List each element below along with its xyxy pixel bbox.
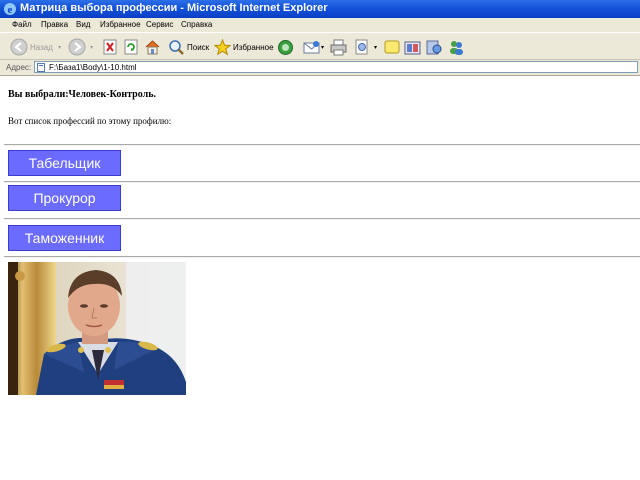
favorites-star-icon xyxy=(214,38,231,55)
divider xyxy=(4,218,640,220)
toolbar: Назад ▾ ▾ Поиск Избранное ▾ ▾ xyxy=(0,32,640,60)
divider xyxy=(4,144,640,146)
menu-item-help[interactable]: Справка xyxy=(181,20,212,29)
menu-item-file[interactable]: Файл xyxy=(12,20,32,29)
search-button[interactable]: Поиск xyxy=(168,36,209,58)
favorites-button[interactable]: Избранное xyxy=(214,36,274,58)
back-dropdown[interactable]: ▾ xyxy=(58,36,61,58)
favorites-label: Избранное xyxy=(233,42,274,52)
svg-text:e: e xyxy=(8,4,13,16)
research-button[interactable] xyxy=(404,36,421,58)
profession-button-timekeeper[interactable]: Табельщик xyxy=(8,150,121,176)
print-button[interactable] xyxy=(330,36,347,58)
edit-dropdown-icon: ▾ xyxy=(374,44,378,51)
edit-page-icon xyxy=(355,39,368,54)
back-arrow-icon xyxy=(10,38,28,56)
back-label: Назад xyxy=(30,42,53,52)
window-title: Матрица выбора профессии - Microsoft Int… xyxy=(20,2,328,14)
prosecutor-photo xyxy=(8,262,186,395)
forward-arrow-icon xyxy=(68,38,86,56)
mail-icon xyxy=(303,40,320,53)
stop-button[interactable] xyxy=(102,36,118,58)
ie-logo-icon: e xyxy=(4,3,16,16)
stop-icon xyxy=(103,39,117,55)
profession-list-intro: Вот список профессий по этому профилю: xyxy=(8,116,172,126)
media-button[interactable] xyxy=(277,36,294,58)
page-content: Вы выбрали:Человек-Контроль. Вот список … xyxy=(0,76,640,480)
discuss-icon xyxy=(384,40,400,54)
menu-item-tools[interactable]: Сервис xyxy=(146,20,173,29)
address-bar: Адрес: F:\База1\Body\1-10.html xyxy=(0,60,640,76)
title-bar: e Матрица выбора профессии - Microsoft I… xyxy=(0,0,640,18)
address-field[interactable]: F:\База1\Body\1-10.html xyxy=(34,61,638,73)
menu-item-edit[interactable]: Правка xyxy=(41,20,68,29)
users-button[interactable] xyxy=(448,36,465,58)
mail-button[interactable]: ▾ xyxy=(303,36,324,58)
menu-bar: Файл Правка Вид Избранное Сервис Справка xyxy=(0,18,640,32)
forward-dropdown[interactable]: ▾ xyxy=(90,36,93,58)
print-icon xyxy=(330,39,347,55)
home-button[interactable] xyxy=(144,36,161,58)
address-url: F:\База1\Body\1-10.html xyxy=(49,63,137,72)
divider xyxy=(4,181,640,183)
profession-button-customs-officer[interactable]: Таможенник xyxy=(8,225,121,251)
research-icon xyxy=(404,41,421,54)
page-icon xyxy=(37,63,45,72)
users-icon xyxy=(450,40,463,55)
refresh-icon xyxy=(124,39,138,55)
mail-dropdown-icon: ▾ xyxy=(321,44,325,51)
refresh-button[interactable] xyxy=(123,36,139,58)
divider xyxy=(4,256,640,258)
discuss-button[interactable] xyxy=(384,36,400,58)
media-icon xyxy=(278,39,293,55)
menu-item-favorites[interactable]: Избранное xyxy=(100,20,141,29)
search-label: Поиск xyxy=(187,42,210,52)
address-label: Адрес: xyxy=(6,63,32,72)
selected-profile-text: Вы выбрали:Человек-Контроль. xyxy=(8,89,156,100)
back-button[interactable]: Назад xyxy=(10,36,53,58)
menu-item-view[interactable]: Вид xyxy=(76,20,90,29)
messenger-icon xyxy=(426,40,442,54)
profession-button-prosecutor[interactable]: Прокурор xyxy=(8,185,121,211)
edit-button[interactable]: ▾ xyxy=(354,36,377,58)
home-icon xyxy=(145,39,160,54)
messenger-button[interactable] xyxy=(426,36,443,58)
forward-button[interactable] xyxy=(68,36,86,58)
search-icon xyxy=(169,39,184,55)
